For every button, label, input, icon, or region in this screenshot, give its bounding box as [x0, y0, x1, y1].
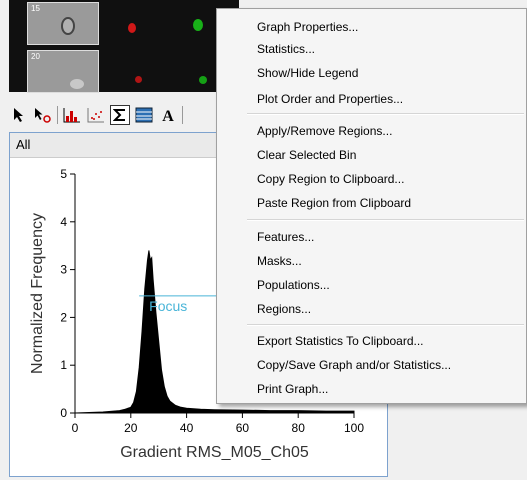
scatter-plot-icon[interactable] [86, 105, 106, 125]
y-tick-label: 2 [60, 310, 67, 324]
menu-separator [247, 113, 524, 115]
menu-item-print-graph[interactable]: Print Graph... [257, 379, 328, 399]
table-icon[interactable] [134, 105, 154, 125]
menu-item-populations[interactable]: Populations... [257, 275, 330, 295]
menu-item-copy-save-graph[interactable]: Copy/Save Graph and/or Statistics... [257, 355, 451, 375]
menu-separator [247, 324, 524, 326]
statistics-sigma-icon[interactable] [110, 105, 130, 125]
image-gallery: 15 20 [9, 0, 239, 93]
menu-item-export-statistics[interactable]: Export Statistics To Clipboard... [257, 331, 424, 351]
x-tick-label: 20 [124, 421, 138, 435]
x-tick-label: 40 [180, 421, 194, 435]
y-axis-label: Normalized Frequency [29, 213, 46, 374]
x-tick-label: 0 [72, 421, 79, 435]
svg-text:A: A [162, 108, 174, 123]
y-tick-label: 5 [60, 167, 67, 181]
menu-item-masks[interactable]: Masks... [257, 251, 302, 271]
menu-separator [247, 219, 524, 221]
population-name: All [16, 137, 31, 152]
menu-item-graph-properties[interactable]: Graph Properties... [257, 17, 358, 37]
red-fluorescence-spot [128, 23, 136, 33]
menu-item-clear-selected-bin[interactable]: Clear Selected Bin [257, 145, 356, 165]
red-fluorescence-spot [135, 76, 142, 83]
menu-item-show-hide-legend[interactable]: Show/Hide Legend [257, 63, 358, 83]
y-tick-label: 3 [60, 263, 67, 277]
menu-item-features[interactable]: Features... [257, 227, 314, 247]
toolbar-separator [57, 106, 58, 124]
menu-item-paste-region[interactable]: Paste Region from Clipboard [257, 193, 411, 213]
menu-item-apply-remove-regions[interactable]: Apply/Remove Regions... [257, 121, 392, 141]
cell-image-thumbnail[interactable]: 20 [27, 50, 99, 93]
region-pointer-icon[interactable] [33, 105, 53, 125]
cell-brightfield [70, 79, 84, 89]
menu-item-regions[interactable]: Regions... [257, 299, 311, 319]
graph-toolbar: A [9, 102, 227, 128]
x-tick-label: 60 [236, 421, 250, 435]
cell-image-thumbnail[interactable]: 15 [27, 2, 99, 45]
green-fluorescence-spot [199, 76, 207, 84]
pointer-icon[interactable] [9, 105, 29, 125]
y-tick-label: 0 [60, 406, 67, 420]
histogram-icon[interactable] [62, 105, 82, 125]
graph-context-menu: Graph Properties... Statistics... Show/H… [216, 8, 527, 404]
y-tick-label: 4 [60, 215, 67, 229]
image-number: 20 [31, 52, 40, 61]
menu-item-statistics[interactable]: Statistics... [257, 39, 315, 59]
cell-brightfield [61, 17, 75, 35]
text-icon[interactable]: A [158, 105, 178, 125]
x-axis-label: Gradient RMS_M05_Ch05 [120, 444, 309, 461]
toolbar-separator [182, 106, 183, 124]
y-tick-label: 1 [60, 358, 67, 372]
menu-item-copy-region[interactable]: Copy Region to Clipboard... [257, 169, 404, 189]
focus-region-label[interactable]: Focus [149, 298, 187, 314]
x-tick-label: 80 [292, 421, 306, 435]
x-tick-label: 100 [344, 421, 364, 435]
menu-item-plot-order[interactable]: Plot Order and Properties... [257, 89, 403, 109]
image-number: 15 [31, 4, 40, 13]
green-fluorescence-spot [193, 19, 203, 31]
